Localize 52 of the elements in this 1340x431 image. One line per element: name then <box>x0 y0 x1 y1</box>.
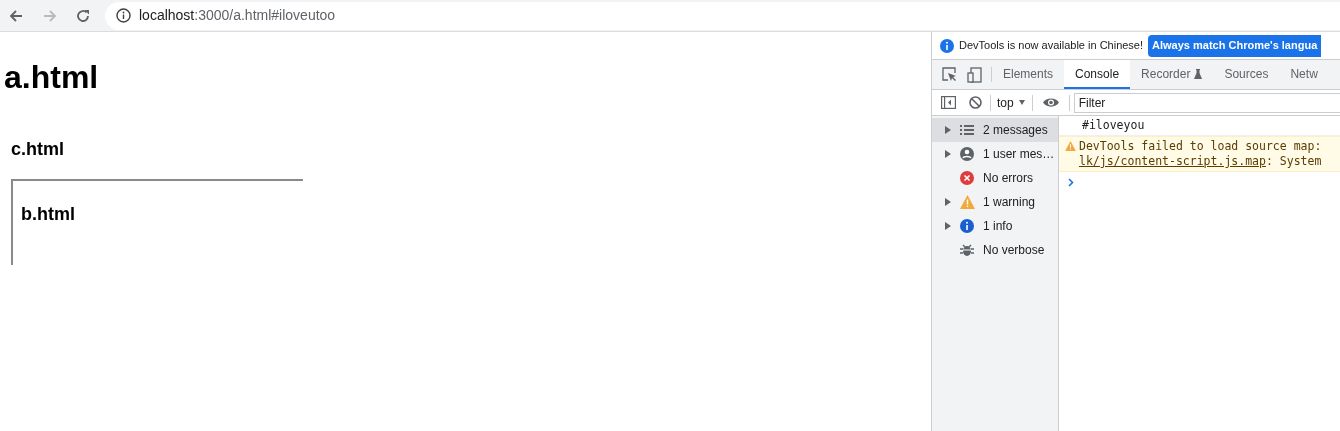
address-field[interactable]: localhost:3000/a.html#iloveutoo <box>105 1 1340 30</box>
list-icon <box>960 125 974 135</box>
sidebar-item[interactable]: No verbose <box>932 238 1058 262</box>
devtools-tab[interactable]: Sources <box>1213 60 1280 89</box>
warning-icon <box>959 195 975 209</box>
bug-icon <box>960 243 974 257</box>
devtools-tab[interactable]: Elements <box>992 60 1065 89</box>
sidebar-label: No verbose <box>983 242 1045 259</box>
sidebar-label: No errors <box>983 170 1033 187</box>
banner-text: DevTools is now available in Chinese! <box>959 38 1144 54</box>
error-icon <box>960 171 974 185</box>
language-button[interactable]: Always match Chrome's langua <box>1148 34 1322 57</box>
sidebar-item[interactable]: No errors <box>932 166 1058 190</box>
sidebar-label: 1 warning <box>983 194 1036 211</box>
expand-arrow-icon[interactable] <box>945 126 951 134</box>
warning-text: : System <box>1265 154 1322 169</box>
warning-text: DevTools failed to load source map: <box>1079 139 1322 154</box>
expand-arrow-icon[interactable] <box>945 222 951 230</box>
sidebar-label: 1 user mes… <box>983 146 1055 163</box>
devtools-tab[interactable]: Console <box>1064 60 1131 89</box>
prompt-icon[interactable] <box>1068 178 1074 187</box>
frame-heading: b.html <box>21 203 75 225</box>
sidebar-item[interactable]: 1 warning <box>932 190 1058 214</box>
caret-icon <box>1018 100 1025 105</box>
frame-heading: c.html <box>11 138 64 160</box>
expand-arrow-icon[interactable] <box>945 150 951 158</box>
sidebar-toggle-icon[interactable] <box>941 96 956 109</box>
context-dropdown[interactable]: top <box>997 93 1025 112</box>
sidebar-item[interactable]: 1 user mes… <box>932 142 1058 166</box>
filter-field[interactable]: Filter <box>1073 92 1340 113</box>
sidebar-item[interactable]: 2 messages <box>932 118 1058 142</box>
info-icon <box>960 219 974 233</box>
info-icon[interactable] <box>116 8 131 23</box>
device-icon[interactable] <box>967 66 982 83</box>
eye-icon[interactable] <box>1042 97 1059 108</box>
devtools-tab[interactable]: Netw <box>1279 60 1329 89</box>
sidebar-label: 1 info <box>983 218 1013 235</box>
user-icon <box>960 147 974 161</box>
info-icon <box>940 38 954 53</box>
url-text: localhost:3000/a.html#iloveutoo <box>139 6 336 25</box>
sidebar-item[interactable]: 1 info <box>932 214 1058 238</box>
warning-icon <box>1065 141 1076 151</box>
clear-icon[interactable] <box>969 96 982 109</box>
expand-arrow-icon[interactable] <box>945 198 951 206</box>
flask-icon <box>1194 68 1203 79</box>
inspect-icon[interactable] <box>942 67 957 82</box>
page-heading: a.html <box>4 58 99 97</box>
devtools-tab[interactable]: Recorder <box>1130 60 1214 89</box>
sidebar-label: 2 messages <box>983 122 1048 139</box>
reload-icon[interactable] <box>75 7 91 24</box>
back-icon[interactable] <box>8 7 24 24</box>
source-map-link[interactable]: lk/js/content-script.js.map <box>1079 154 1266 169</box>
